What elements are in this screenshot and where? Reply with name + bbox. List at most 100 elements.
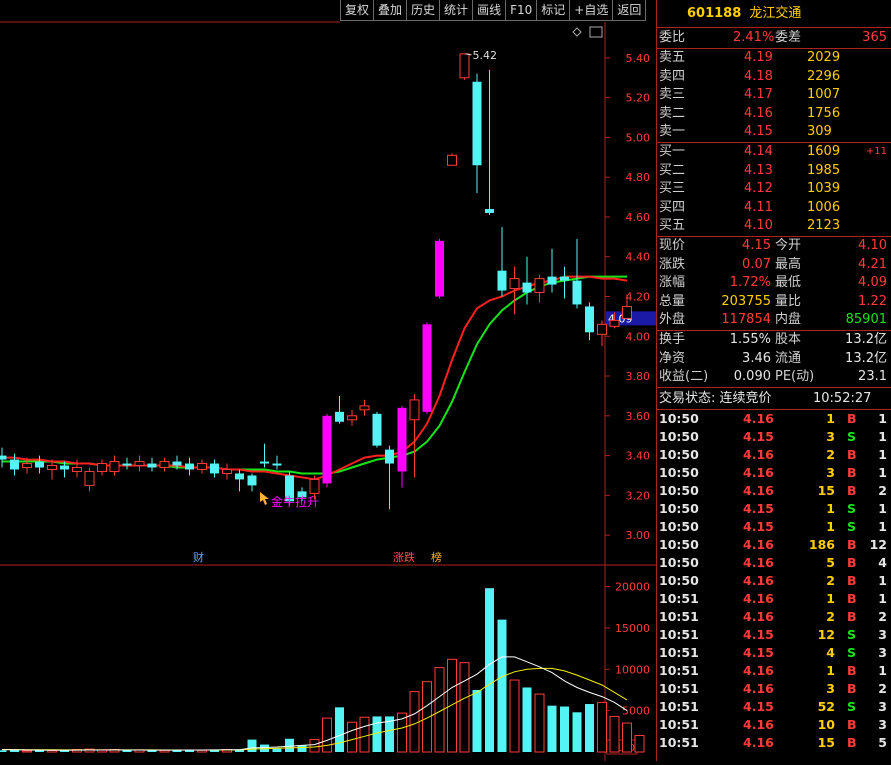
- quote-value: 85901: [845, 312, 887, 328]
- candle-body: [509, 278, 520, 290]
- tick-row[interactable]: 10:50 4.16 186 B 12: [657, 536, 891, 554]
- volume-bar: [572, 712, 582, 752]
- tick-time: 10:51: [659, 662, 699, 678]
- f10-button[interactable]: F10: [505, 0, 538, 21]
- tick-price: 4.16: [743, 680, 774, 696]
- chart-area[interactable]: 5.40 5.20 5.00 4.80 4.60 4.40 4.20 4.00 3.80 3.60…: [0, 0, 656, 761]
- tick-row[interactable]: 10:50 4.15 3 S 1: [657, 428, 891, 446]
- tick-list[interactable]: 10:50 4.16 1 B 1 10:50 4.15 3 S 1 10:50 4.16 2 B 1 10:5…: [657, 410, 891, 752]
- volume-bar: [47, 750, 57, 753]
- candle-body: [497, 270, 507, 291]
- tick-row[interactable]: 10:50 4.16 15 B 2: [657, 482, 891, 500]
- candle-body: [272, 463, 282, 466]
- tick-time: 10:50: [659, 536, 699, 552]
- candle-body: [10, 459, 19, 470]
- hand-cursor-icon: [260, 492, 269, 505]
- price-tick-label: 3.40: [626, 450, 651, 463]
- volume-bar: [0, 750, 7, 752]
- quote-value: 4.15: [742, 237, 771, 253]
- candle-body: [560, 276, 569, 281]
- back-button[interactable]: 返回: [612, 0, 647, 21]
- candle-body: [597, 323, 607, 335]
- tick-row[interactable]: 10:50 4.16 5 B 4: [657, 554, 891, 572]
- quote-label: 今开: [775, 237, 802, 253]
- buy-order-row[interactable]: 买五 4.10 2123: [657, 217, 891, 236]
- tick-row[interactable]: 10:51 4.15 12 S 3: [657, 626, 891, 644]
- quote-value: 0.07: [742, 256, 771, 272]
- candle: [560, 266, 569, 299]
- candle-body: [260, 461, 269, 464]
- tick-volume: 186: [808, 536, 835, 552]
- candle: [197, 459, 207, 474]
- tick-count: 2: [878, 608, 887, 624]
- tick-row[interactable]: 10:50 4.15 1 S 1: [657, 500, 891, 518]
- finance-label: 换手: [659, 331, 686, 347]
- kline-chart[interactable]: 5.40 5.20 5.00 4.80 4.60 4.40 4.20 4.00 3.80 3.60…: [0, 0, 656, 761]
- tick-row[interactable]: 10:51 4.16 2 B 2: [657, 608, 891, 626]
- mark-button[interactable]: 标记: [536, 0, 571, 21]
- tick-row[interactable]: 10:50 4.16 2 B 1: [657, 446, 891, 464]
- tick-row[interactable]: 10:51 4.16 3 B 2: [657, 680, 891, 698]
- quote-value: 4.09: [858, 275, 887, 291]
- candle-body: [22, 463, 32, 469]
- quote-value: 117854: [721, 312, 771, 328]
- buy-order-label: 买三: [659, 181, 686, 197]
- tick-row[interactable]: 10:50 4.16 3 B 1: [657, 464, 891, 482]
- finance-label: 收益(二): [659, 369, 709, 385]
- tick-count: 1: [878, 572, 887, 588]
- tick-row[interactable]: 10:51 4.16 15 B 5: [657, 734, 891, 752]
- buy-order-row[interactable]: 买二 4.13 1985: [657, 162, 891, 181]
- candle-body: [547, 276, 557, 285]
- marker-bang: 榜: [431, 550, 442, 564]
- buy-order-row[interactable]: 买一 4.14 1609 +11: [657, 143, 891, 162]
- tick-row[interactable]: 10:51 4.15 52 S 3: [657, 698, 891, 716]
- history-button[interactable]: 历史: [406, 0, 441, 21]
- buy-order-row[interactable]: 买四 4.11 1006: [657, 199, 891, 218]
- tick-row[interactable]: 10:51 4.16 10 B 3: [657, 716, 891, 734]
- tick-row[interactable]: 10:51 4.15 4 S 3: [657, 644, 891, 662]
- volume-bar: [447, 658, 457, 753]
- tick-row[interactable]: 10:50 4.16 2 B 1: [657, 572, 891, 590]
- tick-row[interactable]: 10:50 4.15 1 S 1: [657, 518, 891, 536]
- candle: [472, 73, 482, 194]
- price-tick-label: 3.00: [626, 529, 651, 542]
- sell-order-row[interactable]: 卖一 4.15 309: [657, 123, 891, 142]
- tick-row[interactable]: 10:51 4.16 1 B 1: [657, 590, 891, 608]
- candle-body: [522, 282, 532, 293]
- sell-order-row[interactable]: 卖三 4.17 1007: [657, 86, 891, 105]
- tick-direction: B: [847, 608, 857, 624]
- candle-body: [585, 306, 594, 333]
- quote-label: 总量: [659, 293, 686, 309]
- quote-label: 涨幅: [659, 275, 686, 291]
- candle: [247, 473, 257, 492]
- buy-order-row[interactable]: 买三 4.12 1039: [657, 180, 891, 199]
- statistics-button[interactable]: 统计: [439, 0, 474, 21]
- tick-count: 3: [878, 626, 887, 642]
- overlay-button[interactable]: 叠加: [373, 0, 408, 21]
- finance-row: 净资 3.46 流通 13.2亿: [657, 350, 891, 369]
- volume-bar: [122, 750, 132, 752]
- tick-count: 1: [878, 500, 887, 516]
- add-watchlist-button[interactable]: +自选: [569, 0, 614, 21]
- tick-direction: B: [847, 734, 857, 750]
- tick-direction: S: [847, 500, 857, 516]
- candle: [159, 457, 170, 472]
- sell-order-book: 卖五 4.19 2029 卖四 4.18 2296 卖三 4.17 1007 卖二 4.16 1756…: [657, 49, 891, 143]
- stock-header[interactable]: 601188 龙江交通: [657, 0, 891, 28]
- tick-row[interactable]: 10:50 4.16 1 B 1: [657, 410, 891, 428]
- buy-order-label: 买五: [659, 218, 686, 234]
- candle-body: [210, 463, 219, 474]
- restore-rights-button[interactable]: 复权: [340, 0, 375, 21]
- volume-bar: [359, 716, 370, 753]
- quote-label: 内盘: [775, 312, 802, 328]
- candle: [122, 457, 132, 470]
- sell-order-label: 卖四: [659, 68, 686, 84]
- draw-line-button[interactable]: 画线: [472, 0, 507, 21]
- sell-order-row[interactable]: 卖四 4.18 2296: [657, 68, 891, 87]
- tick-row[interactable]: 10:51 4.16 1 B 1: [657, 662, 891, 680]
- candle: [335, 395, 344, 424]
- sell-order-row[interactable]: 卖二 4.16 1756: [657, 105, 891, 124]
- sell-order-row[interactable]: 卖五 4.19 2029: [657, 49, 891, 68]
- buy-order-volume: 2123: [807, 218, 841, 234]
- volume-bar: [459, 662, 470, 753]
